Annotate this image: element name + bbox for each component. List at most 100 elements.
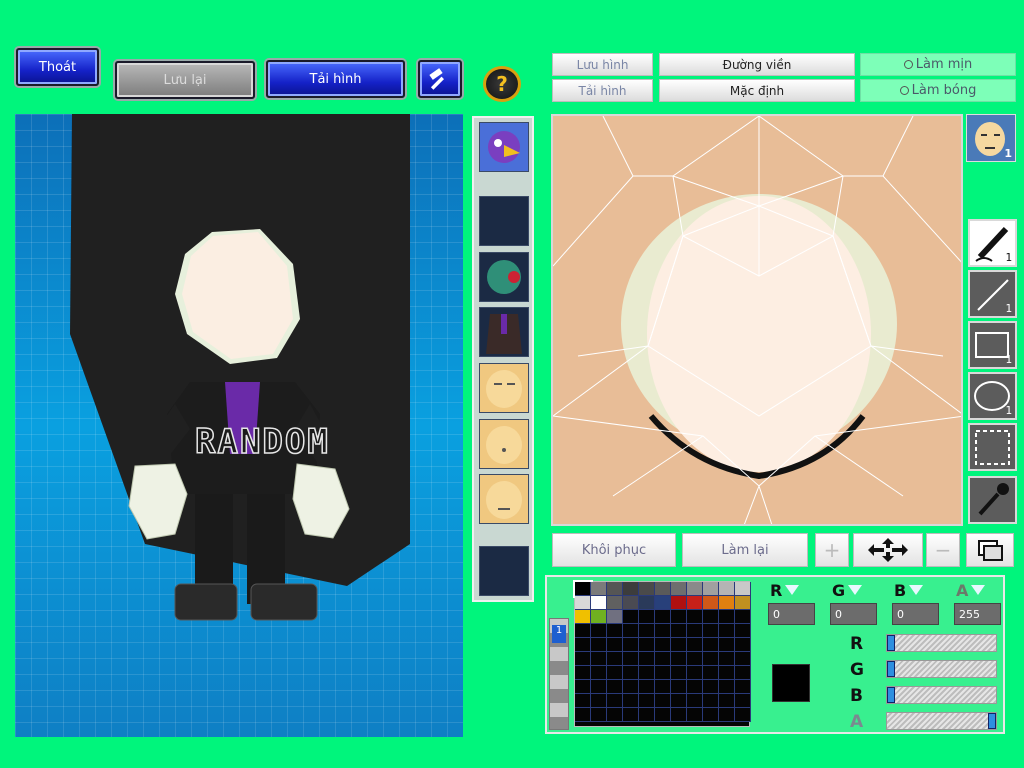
ellipse-tool[interactable]: 1	[968, 372, 1017, 420]
color-swatch[interactable]	[671, 666, 687, 680]
part-slot-hair[interactable]	[479, 252, 529, 302]
color-swatch[interactable]	[687, 680, 703, 694]
color-swatch[interactable]	[703, 624, 719, 638]
color-swatch[interactable]	[591, 582, 607, 596]
color-swatch[interactable]	[591, 638, 607, 652]
color-swatch[interactable]	[639, 582, 655, 596]
color-swatch[interactable]	[735, 708, 751, 722]
r-slider-knob[interactable]	[887, 635, 895, 651]
exit-button[interactable]: Thoát	[16, 48, 99, 86]
select-tool[interactable]	[968, 423, 1017, 471]
r-value-field[interactable]: 0	[768, 603, 815, 625]
color-swatch[interactable]	[623, 596, 639, 610]
part-slot-bird[interactable]	[479, 122, 529, 172]
save-image-tab[interactable]: Lưu hình	[552, 53, 653, 76]
color-swatch[interactable]	[655, 694, 671, 708]
b-channel-header[interactable]: B	[894, 580, 934, 600]
color-swatch[interactable]	[591, 694, 607, 708]
color-swatch[interactable]	[735, 666, 751, 680]
color-swatch[interactable]	[607, 666, 623, 680]
color-swatch[interactable]	[671, 624, 687, 638]
part-slot-face3[interactable]	[479, 474, 529, 524]
color-swatch[interactable]	[671, 582, 687, 596]
color-swatch[interactable]	[607, 694, 623, 708]
color-swatch[interactable]	[655, 596, 671, 610]
b-slider[interactable]	[886, 686, 997, 704]
color-swatch[interactable]	[591, 680, 607, 694]
color-swatch[interactable]	[607, 582, 623, 596]
color-swatch[interactable]	[735, 680, 751, 694]
color-swatch[interactable]	[575, 652, 591, 666]
color-swatch[interactable]	[671, 610, 687, 624]
move-button[interactable]	[853, 533, 923, 567]
color-swatch[interactable]	[703, 694, 719, 708]
color-swatch[interactable]	[719, 694, 735, 708]
color-swatch[interactable]	[575, 624, 591, 638]
color-swatch[interactable]	[703, 638, 719, 652]
part-slot-face2[interactable]	[479, 419, 529, 469]
color-swatch[interactable]	[703, 596, 719, 610]
color-swatch[interactable]	[575, 708, 591, 722]
color-swatch[interactable]	[639, 652, 655, 666]
color-swatch[interactable]	[735, 638, 751, 652]
r-channel-header[interactable]: R	[770, 580, 810, 600]
color-swatch[interactable]	[623, 680, 639, 694]
color-swatch[interactable]	[735, 610, 751, 624]
color-swatch[interactable]	[623, 652, 639, 666]
color-swatch[interactable]	[623, 582, 639, 596]
color-swatch[interactable]	[671, 708, 687, 722]
color-swatch[interactable]	[623, 666, 639, 680]
color-swatch[interactable]	[719, 708, 735, 722]
color-swatch[interactable]	[703, 652, 719, 666]
zoom-in-button[interactable]: +	[815, 533, 849, 567]
default-tab[interactable]: Mặc định	[659, 79, 855, 102]
color-swatch[interactable]	[639, 610, 655, 624]
part-slot-face1[interactable]	[479, 363, 529, 413]
shine-toggle[interactable]: Làm bóng	[860, 79, 1016, 102]
color-swatch[interactable]	[639, 694, 655, 708]
rect-tool[interactable]: 1	[968, 321, 1017, 369]
color-swatch[interactable]	[687, 652, 703, 666]
color-swatch[interactable]	[719, 624, 735, 638]
color-swatch[interactable]	[623, 610, 639, 624]
color-swatch[interactable]	[623, 624, 639, 638]
color-swatch[interactable]	[719, 638, 735, 652]
face-editor-canvas[interactable]	[551, 114, 963, 526]
b-slider-knob[interactable]	[887, 687, 895, 703]
color-swatch[interactable]	[575, 610, 591, 624]
layer-button[interactable]	[966, 533, 1014, 567]
color-swatch[interactable]	[639, 666, 655, 680]
load-image-tab[interactable]: Tải hình	[552, 79, 653, 102]
color-swatch[interactable]	[735, 596, 751, 610]
part-slot-empty[interactable]	[479, 546, 529, 596]
color-swatch[interactable]	[687, 624, 703, 638]
g-slider[interactable]	[886, 660, 997, 678]
color-swatch[interactable]	[671, 652, 687, 666]
color-swatch[interactable]	[719, 582, 735, 596]
color-swatch[interactable]	[575, 694, 591, 708]
b-value-field[interactable]: 0	[892, 603, 939, 625]
color-swatch[interactable]	[575, 680, 591, 694]
color-swatch[interactable]	[655, 582, 671, 596]
color-swatch[interactable]	[655, 666, 671, 680]
color-swatch[interactable]	[575, 596, 591, 610]
color-swatch[interactable]	[655, 610, 671, 624]
g-value-field[interactable]: 0	[830, 603, 877, 625]
color-swatch[interactable]	[607, 652, 623, 666]
color-swatch[interactable]	[703, 680, 719, 694]
character-preview[interactable]: RANDOM	[15, 114, 463, 737]
zoom-out-button[interactable]: −	[926, 533, 960, 567]
color-swatch[interactable]	[591, 666, 607, 680]
smooth-toggle[interactable]: Làm mịn	[860, 53, 1016, 76]
color-swatch[interactable]	[655, 652, 671, 666]
color-swatch[interactable]	[607, 708, 623, 722]
color-swatch[interactable]	[623, 638, 639, 652]
color-swatch[interactable]	[719, 666, 735, 680]
face-thumbnail[interactable]: 1	[966, 114, 1016, 162]
color-swatch[interactable]	[703, 708, 719, 722]
color-swatch[interactable]	[607, 624, 623, 638]
part-slot-suit[interactable]	[479, 307, 529, 357]
color-swatch[interactable]	[671, 680, 687, 694]
color-swatch[interactable]	[687, 666, 703, 680]
color-swatch[interactable]	[639, 638, 655, 652]
